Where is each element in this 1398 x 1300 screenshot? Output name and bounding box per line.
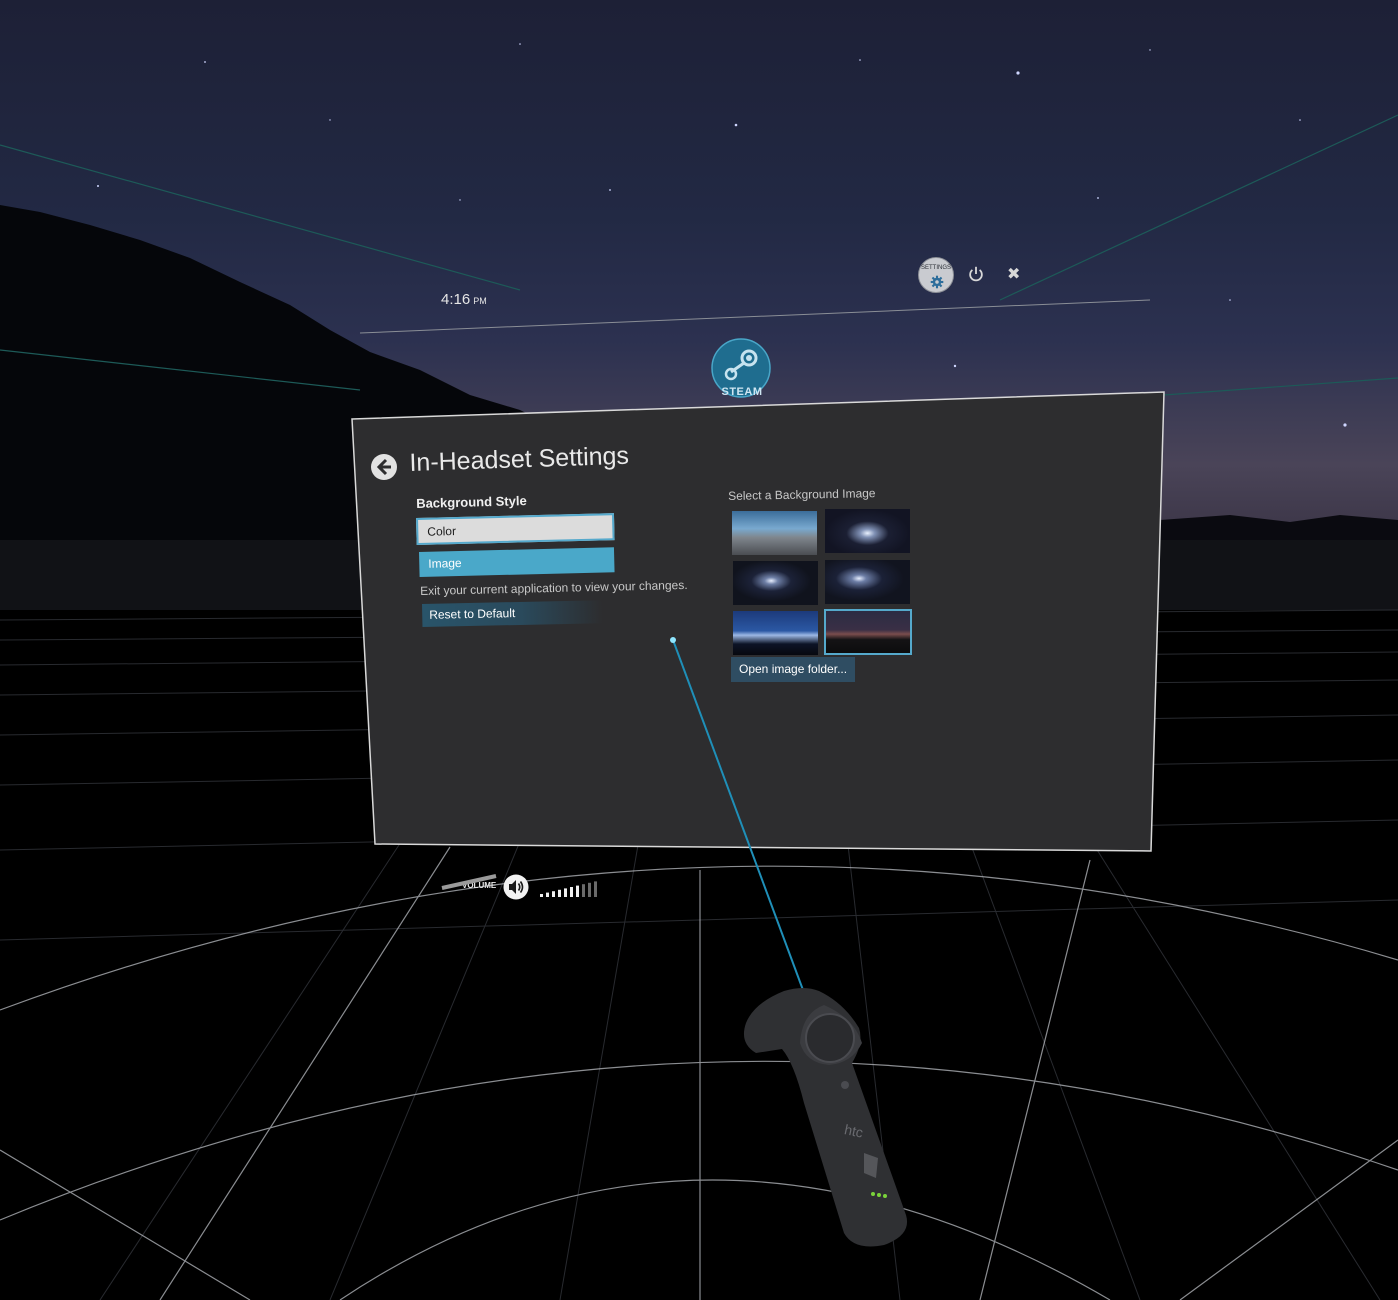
volume-level-bars[interactable] bbox=[540, 880, 604, 898]
speaker-icon[interactable] bbox=[503, 874, 529, 900]
volume-bar[interactable] bbox=[546, 892, 549, 897]
volume-bar[interactable] bbox=[588, 882, 591, 897]
laser-pointer bbox=[670, 637, 804, 991]
volume-bar[interactable] bbox=[552, 891, 555, 897]
volume-bar[interactable] bbox=[540, 894, 543, 897]
volume-bar[interactable] bbox=[570, 887, 573, 897]
volume-bar[interactable] bbox=[582, 884, 585, 897]
volume-bar[interactable] bbox=[564, 888, 567, 897]
volume-bar[interactable] bbox=[558, 889, 561, 897]
vive-controller: htc bbox=[743, 988, 908, 1247]
volume-bar[interactable] bbox=[594, 881, 597, 897]
vr-scene: 4:16 PM SETTINGS ✖ STEAM In-Headset Sett… bbox=[0, 0, 1398, 1300]
volume-slider-track[interactable] bbox=[440, 872, 500, 892]
volume-bar[interactable] bbox=[576, 885, 579, 897]
